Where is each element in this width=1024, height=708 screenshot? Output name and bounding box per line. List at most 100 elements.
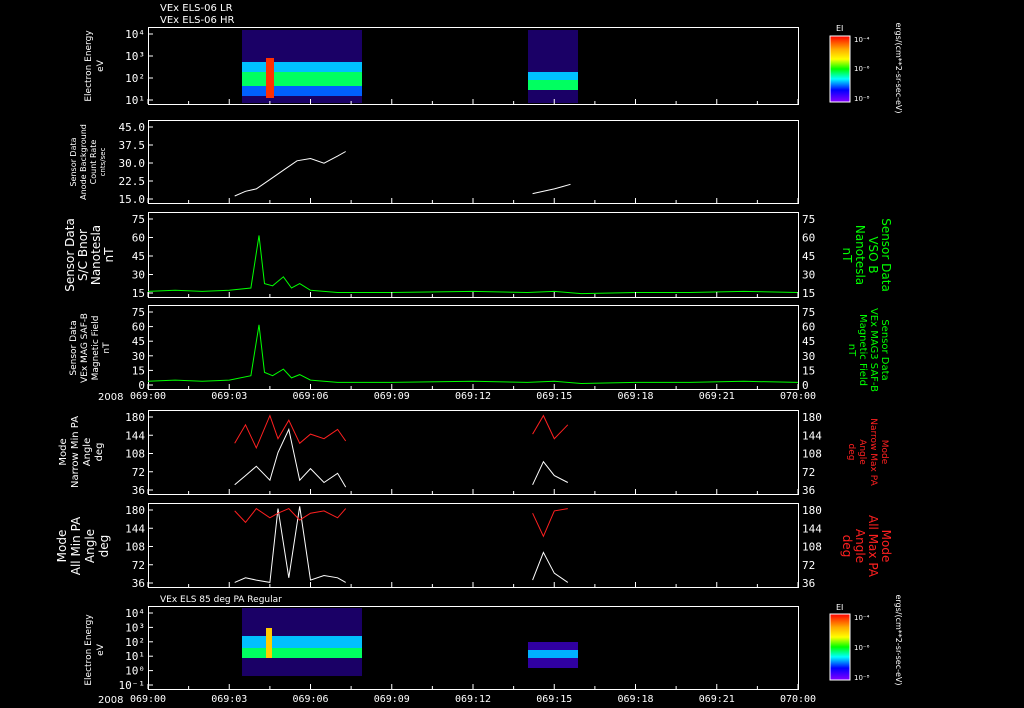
spec1-block-b-band2 bbox=[528, 80, 578, 90]
p3-label-0: Sensor Data bbox=[63, 218, 77, 292]
ytick-label-p5-2: 108 bbox=[125, 448, 145, 461]
bnor-line bbox=[147, 235, 799, 295]
header-line2: VEx ELS-06 HR bbox=[160, 15, 235, 26]
colorbar-2-bar bbox=[829, 613, 851, 681]
ytick-right-label-p5-0: 180 bbox=[802, 411, 822, 424]
colorbar-1-tick-2: 10⁻⁸ bbox=[854, 95, 870, 103]
xtick-label-mid-5: 069:15 bbox=[536, 391, 572, 402]
all-min-pa-line-b bbox=[532, 551, 569, 583]
ytick-right-label-p3-0: 75 bbox=[802, 213, 815, 226]
year-label-bottom: 2008 bbox=[98, 695, 123, 706]
ytick-label-p2-0: 45.0 bbox=[119, 121, 146, 134]
ytick-label-p4-2: 45 bbox=[132, 335, 145, 348]
ytick-label-p7-1: 10³ bbox=[125, 621, 145, 634]
xtick-label-bottom-0: 069:00 bbox=[130, 694, 166, 705]
ytick-label-p1-1: 10³ bbox=[125, 50, 145, 63]
xtick-label-bottom-8: 070:00 bbox=[780, 694, 816, 705]
colorbar-1-tick-1: 10⁻⁶ bbox=[854, 65, 870, 73]
ytick-label-p1-3: 10¹ bbox=[125, 94, 145, 107]
p7-label-1: eV bbox=[96, 643, 106, 656]
ytick-right-label-p3-4: 15 bbox=[802, 287, 815, 300]
all-min-pa-line-a bbox=[234, 506, 346, 583]
xtick-label-bottom-2: 069:06 bbox=[292, 694, 328, 705]
xtick-label-mid-8: 070:00 bbox=[780, 391, 816, 402]
ytick-label-p5-4: 36 bbox=[132, 484, 145, 497]
spec7-block-b-band bbox=[528, 650, 578, 658]
p4-label-3: nT bbox=[102, 342, 112, 354]
xtick-label-bottom-1: 069:03 bbox=[211, 694, 247, 705]
ytick-label-p6-2: 108 bbox=[125, 541, 145, 554]
ytick-right-label-p4-2: 45 bbox=[802, 335, 815, 348]
p7-label-0: Electron Energy bbox=[84, 614, 94, 686]
p1-label-1: eV bbox=[96, 59, 106, 72]
colorbar-2: EI 10⁻⁴ 10⁻⁶ 10⁻⁸ bbox=[829, 603, 870, 682]
p5r-label-3: deg bbox=[846, 444, 856, 461]
ytick-label-p5-1: 144 bbox=[125, 429, 145, 442]
spectrogram-7 bbox=[242, 608, 578, 676]
p5-label-3: deg bbox=[94, 443, 105, 462]
panel-7-ylabel: Electron Energy eV bbox=[84, 614, 106, 686]
xtick-label-mid-0: 069:00 bbox=[130, 391, 166, 402]
p5r-label-2: Angle bbox=[857, 439, 867, 465]
panel-2-ylabel: Sensor Data Anode Background Count Rate … bbox=[69, 124, 107, 200]
ytick-label-p4-3: 30 bbox=[132, 350, 145, 363]
ytick-label-p2-2: 30.0 bbox=[119, 157, 146, 170]
p2-label-3: cnts/sec bbox=[99, 147, 107, 176]
spec7-hot-spot bbox=[266, 628, 272, 658]
xtick-label-bottom-4: 069:12 bbox=[455, 694, 491, 705]
panel-5-ylabel: Mode Narrow Min PA Angle deg bbox=[58, 416, 105, 488]
ytick-label-p3-2: 45 bbox=[132, 250, 145, 263]
p3-label-2: Nanotesla bbox=[89, 225, 103, 285]
series-layer bbox=[147, 151, 799, 583]
p6-label-0: Mode bbox=[55, 530, 69, 563]
narrow-min-pa-line-b bbox=[532, 460, 569, 486]
ytick-label-p1-0: 10⁴ bbox=[125, 28, 145, 41]
p6r-label-1: All Max PA bbox=[866, 515, 880, 578]
spec1-hot-spot bbox=[266, 58, 274, 98]
xtick-label-mid-6: 069:18 bbox=[617, 391, 653, 402]
ytick-label-p3-3: 30 bbox=[132, 269, 145, 282]
xtick-label-bottom-6: 069:18 bbox=[617, 694, 653, 705]
ytick-label-p2-1: 37.5 bbox=[119, 139, 146, 152]
p5r-label-0: Mode bbox=[879, 440, 889, 465]
ytick-label-p1-2: 10² bbox=[125, 72, 145, 85]
xtick-label-mid-1: 069:03 bbox=[211, 391, 247, 402]
ytick-label-p6-0: 180 bbox=[125, 504, 145, 517]
ytick-label-p2-3: 22.5 bbox=[119, 175, 146, 188]
ytick-label-p7-2: 10² bbox=[125, 636, 145, 649]
colorbar-2-tick-1: 10⁻⁶ bbox=[854, 644, 870, 652]
p2-label-2: Count Rate bbox=[89, 140, 98, 185]
panel-6-right-label: Mode All Max PA Angle deg bbox=[840, 515, 893, 578]
p5-label-2: Angle bbox=[82, 438, 93, 466]
ytick-right-label-p6-1: 144 bbox=[802, 522, 822, 535]
ytick-right-label-p5-1: 144 bbox=[802, 429, 822, 442]
panel-3-ylabel: Sensor Data S/C Bnor Nanotesla nT bbox=[63, 218, 116, 292]
narrow-max-pa-line-b bbox=[532, 414, 569, 440]
spectrogram-1 bbox=[242, 30, 578, 103]
ytick-label-p7-5: 10⁻¹ bbox=[119, 679, 146, 692]
ytick-right-label-p4-1: 60 bbox=[802, 321, 815, 334]
ytick-right-label-p4-0: 75 bbox=[802, 306, 815, 319]
p5-label-0: Mode bbox=[58, 438, 69, 465]
colorbar-1-bar bbox=[829, 35, 851, 103]
chart-figure: VEx ELS-06 LR VEx ELS-06 HR 10⁴10³10²10¹… bbox=[55, 3, 903, 706]
count-rate-line-b bbox=[532, 183, 571, 195]
p4r-label-0: Sensor Data bbox=[879, 319, 890, 380]
spec7-block-a-band1 bbox=[242, 636, 362, 648]
panel-5-right-label: Mode Narrow Max PA Angle deg bbox=[846, 418, 889, 486]
spec1-block-b-band1 bbox=[528, 72, 578, 80]
p6-label-3: deg bbox=[97, 535, 111, 558]
ytick-label-p5-0: 180 bbox=[125, 411, 145, 424]
colorbar-1: EI 10⁻⁴ 10⁻⁶ 10⁻⁸ bbox=[829, 24, 870, 103]
p6r-label-3: deg bbox=[840, 535, 854, 558]
ytick-label-p4-0: 75 bbox=[132, 306, 145, 319]
ytick-right-label-p3-3: 30 bbox=[802, 269, 815, 282]
ytick-label-p4-4: 15 bbox=[132, 364, 145, 377]
p4-label-2: Magnetic Field bbox=[91, 316, 101, 381]
panel-frames bbox=[148, 27, 799, 690]
ytick-right-label-p6-2: 108 bbox=[802, 541, 822, 554]
ytick-label-p3-1: 60 bbox=[132, 232, 145, 245]
ytick-right-label-p4-4: 15 bbox=[802, 364, 815, 377]
colorbar-2-tick-0: 10⁻⁴ bbox=[854, 614, 870, 622]
ytick-label-p6-1: 144 bbox=[125, 522, 145, 535]
